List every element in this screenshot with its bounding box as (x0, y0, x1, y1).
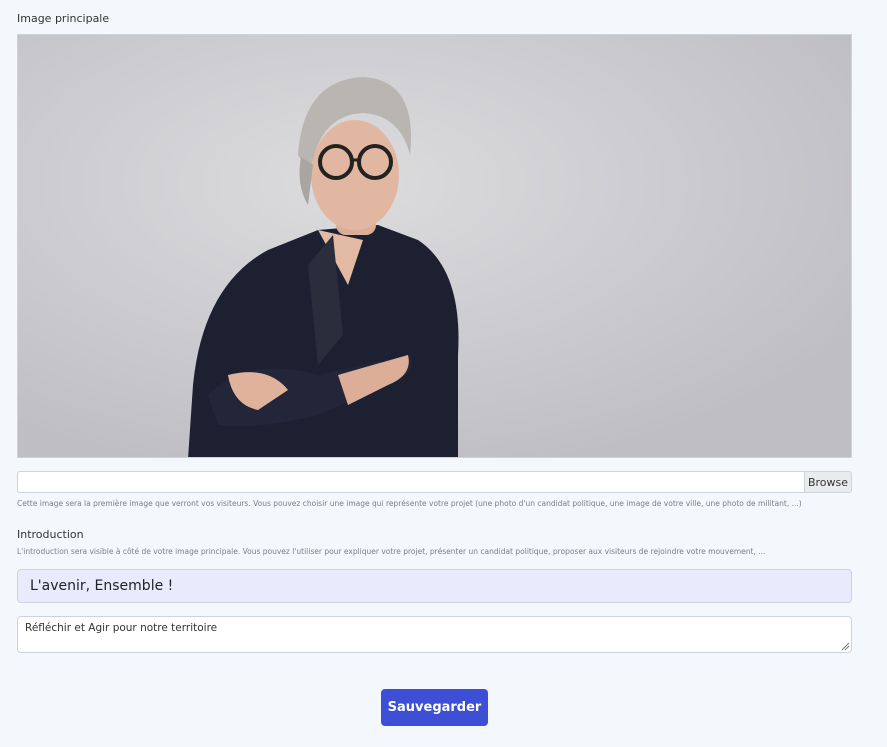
image-file-picker[interactable]: Browse (17, 471, 852, 493)
introduction-title-input[interactable]: L'avenir, Ensemble ! (17, 569, 852, 603)
resize-grip-icon[interactable] (841, 642, 850, 651)
file-input-field[interactable] (17, 471, 804, 493)
introduction-help-text: L'introduction sera visible à côté de vo… (17, 547, 766, 556)
introduction-text-area[interactable]: Réfléchir et Agir pour notre territoire (17, 616, 852, 653)
portrait-photo (18, 35, 851, 457)
save-button[interactable]: Sauvegarder (381, 689, 488, 726)
browse-button[interactable]: Browse (804, 471, 852, 493)
introduction-text-value: Réfléchir et Agir pour notre territoire (25, 622, 218, 634)
introduction-label: Introduction (17, 528, 84, 541)
main-image-preview (17, 34, 852, 458)
image-help-text: Cette image sera la première image que v… (17, 499, 802, 508)
image-principale-label: Image principale (17, 12, 110, 25)
